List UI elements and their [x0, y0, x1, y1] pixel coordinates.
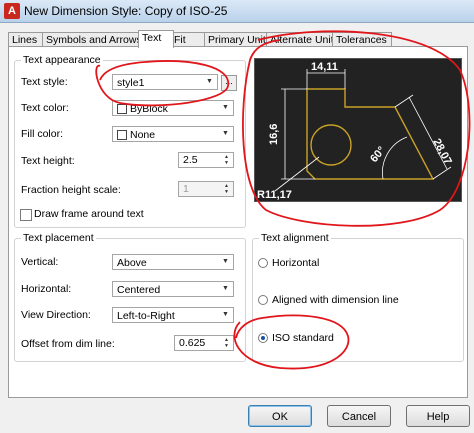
fraction-height-value: 1 [183, 183, 189, 195]
spin-down-icon[interactable]: ▼ [221, 189, 232, 195]
text-placement-title: Text placement [21, 232, 96, 244]
fill-color-label: Fill color: [21, 128, 64, 140]
tab-lines[interactable]: Lines [8, 32, 44, 47]
text-color-value: ByBlock [130, 103, 168, 115]
radio-horizontal[interactable] [258, 258, 268, 268]
radio-horizontal-label: Horizontal [272, 257, 320, 269]
text-style-select[interactable]: style1 ▼ [112, 74, 218, 90]
offset-value: 0.625 [179, 337, 206, 349]
text-style-value: style1 [117, 77, 145, 89]
color-swatch-icon [117, 130, 127, 141]
tab-tolerances[interactable]: Tolerances [332, 32, 392, 47]
window-title: New Dimension Style: Copy of ISO-25 [24, 4, 228, 18]
preview-dim-right: 28,07 [430, 137, 454, 167]
ok-button[interactable]: OK [248, 405, 312, 427]
vertical-label: Vertical: [21, 256, 59, 268]
radio-aligned-label: Aligned with dimension line [272, 294, 399, 306]
text-height-value: 2.5 [183, 154, 198, 166]
radio-aligned[interactable] [258, 295, 268, 305]
dimension-preview: 14,11 16,6 28,07 60° R11,17 [254, 58, 462, 202]
fraction-height-stepper[interactable]: 1 ▲ ▼ [178, 181, 234, 197]
draw-frame-checkbox[interactable] [20, 209, 32, 221]
radio-iso-standard[interactable] [258, 333, 268, 343]
text-style-label: Text style: [21, 76, 68, 88]
cancel-button[interactable]: Cancel [327, 405, 391, 427]
view-direction-value: Left-to-Right [117, 310, 175, 322]
tab-symbols-and-arrows[interactable]: Symbols and Arrows [42, 32, 144, 47]
tab-alternate-units[interactable]: Alternate Units [266, 32, 339, 47]
chevron-down-icon: ▼ [222, 258, 229, 265]
radio-iso-standard-label: ISO standard [272, 332, 334, 344]
app-icon: A [4, 3, 20, 19]
title-bar: A New Dimension Style: Copy of ISO-25 [0, 0, 474, 23]
text-style-browse-button[interactable]: ... [221, 75, 237, 91]
text-color-select[interactable]: ByBlock ▼ [112, 100, 234, 116]
tab-text[interactable]: Text [138, 30, 174, 48]
horizontal-select[interactable]: Centered ▼ [112, 281, 234, 297]
chevron-down-icon: ▼ [222, 311, 229, 318]
chevron-down-icon: ▼ [222, 130, 229, 137]
help-button[interactable]: Help [406, 405, 470, 427]
vertical-value: Above [117, 257, 147, 269]
tab-fit[interactable]: Fit [170, 32, 208, 47]
chevron-down-icon: ▼ [222, 285, 229, 292]
fill-color-select[interactable]: None ▼ [112, 126, 234, 142]
spin-down-icon[interactable]: ▼ [221, 343, 232, 349]
preview-radius: R11,17 [257, 189, 292, 201]
chevron-down-icon: ▼ [222, 104, 229, 111]
draw-frame-label: Draw frame around text [34, 208, 144, 220]
text-appearance-title: Text appearance [21, 54, 103, 66]
tab-primary-units[interactable]: Primary Units [204, 32, 271, 47]
horizontal-value: Centered [117, 284, 161, 296]
text-color-label: Text color: [21, 102, 69, 114]
view-direction-label: View Direction: [21, 309, 91, 321]
text-height-stepper[interactable]: 2.5 ▲ ▼ [178, 152, 234, 168]
offset-label: Offset from dim line: [21, 338, 115, 350]
preview-dim-left: 16,6 [268, 124, 280, 145]
preview-dim-top: 14,11 [311, 61, 338, 73]
text-height-label: Text height: [21, 155, 75, 167]
chevron-down-icon: ▼ [206, 78, 213, 85]
horizontal-label: Horizontal: [21, 283, 72, 295]
fraction-height-label: Fraction height scale: [21, 184, 121, 196]
preview-drawing: 14,11 16,6 28,07 60° R11,17 [257, 61, 454, 201]
spin-down-icon[interactable]: ▼ [221, 160, 232, 166]
vertical-select[interactable]: Above ▼ [112, 254, 234, 270]
offset-stepper[interactable]: 0.625 ▲ ▼ [174, 335, 234, 351]
fill-color-value: None [130, 129, 156, 141]
view-direction-select[interactable]: Left-to-Right ▼ [112, 307, 234, 323]
color-swatch-icon [117, 104, 127, 115]
text-alignment-title: Text alignment [259, 232, 331, 244]
preview-angle: 60° [368, 144, 388, 164]
